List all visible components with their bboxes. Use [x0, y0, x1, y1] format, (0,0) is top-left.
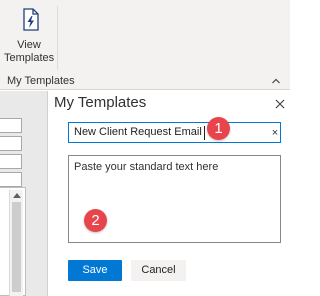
clear-input-button[interactable]: ×	[269, 126, 281, 140]
close-icon[interactable]	[274, 97, 286, 109]
save-button[interactable]: Save	[68, 260, 122, 281]
scroll-thumb[interactable]	[12, 202, 21, 292]
template-body-placeholder: Paste your standard text here	[74, 161, 219, 173]
ribbon-group-label: My Templates	[7, 75, 75, 87]
my-templates-pane: My Templates New Client Request Email × …	[47, 91, 290, 296]
ribbon: View Templates My Templates	[0, 0, 290, 90]
chevron-up-icon[interactable]	[270, 74, 282, 86]
bcc-field[interactable]	[0, 154, 22, 169]
template-title-input[interactable]: New Client Request Email ×	[68, 122, 281, 143]
lightning-document-icon	[21, 8, 41, 32]
callout-badge-2: 2	[84, 209, 107, 232]
view-templates-label: View Templates	[4, 39, 55, 64]
template-title-value: New Client Request Email	[74, 126, 202, 138]
ribbon-divider	[57, 6, 58, 70]
scrollbar[interactable]	[9, 190, 23, 296]
subject-field[interactable]	[0, 172, 22, 187]
scroll-up-arrow-icon[interactable]	[13, 193, 21, 198]
view-templates-button[interactable]: View Templates	[4, 4, 54, 68]
to-field[interactable]	[0, 118, 22, 133]
cancel-button[interactable]: Cancel	[131, 260, 186, 281]
cc-field[interactable]	[0, 136, 22, 151]
pane-title: My Templates	[54, 94, 147, 111]
callout-badge-1: 1	[207, 117, 230, 140]
text-cursor	[204, 126, 205, 140]
